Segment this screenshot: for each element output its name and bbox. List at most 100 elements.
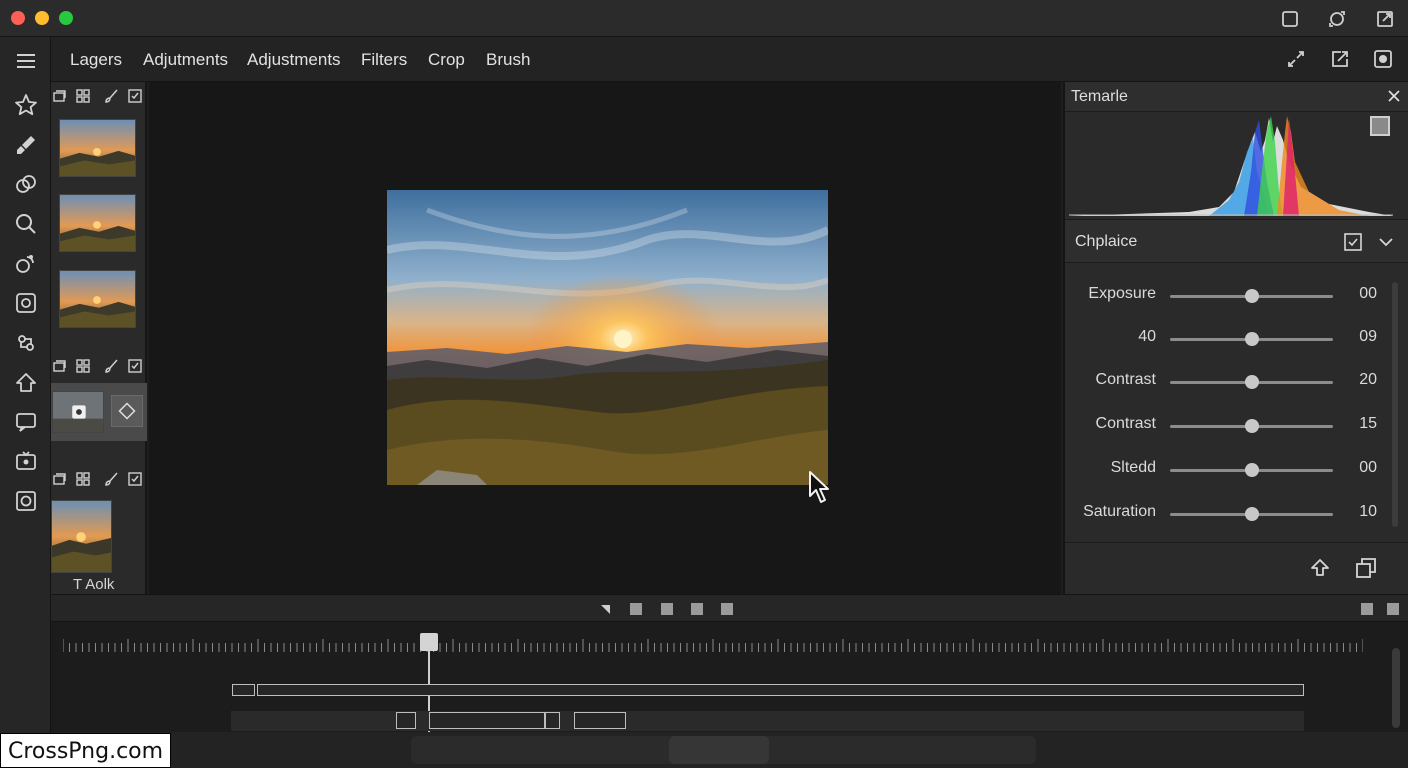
adjustment-row: Sltedd 00 (1065, 454, 1395, 484)
adjustments-panel: Temarle Chplaice Exposure 00 40 09 Contrast 2… (1063, 82, 1408, 594)
marker-icon[interactable] (599, 603, 611, 615)
layer-thumbnail[interactable] (59, 119, 136, 177)
media-icon[interactable] (13, 448, 39, 474)
panel-scrollbar[interactable] (1392, 282, 1398, 527)
minimize-window-button[interactable] (35, 11, 49, 25)
menu-filters[interactable]: Filters (361, 50, 407, 70)
grid-icon[interactable] (75, 471, 91, 487)
grid-icon[interactable] (75, 358, 91, 374)
timeline-clip[interactable] (232, 684, 255, 696)
bottom-bar (51, 732, 1408, 768)
upload-icon[interactable] (1308, 556, 1332, 580)
adjustment-value: 00 (1359, 285, 1377, 302)
brush-small-icon[interactable] (103, 88, 119, 104)
close-icon[interactable] (1386, 88, 1402, 104)
heal-icon[interactable] (13, 172, 39, 198)
active-layer-row[interactable] (51, 383, 147, 441)
zoom-icon[interactable] (13, 211, 39, 237)
adjustment-label: Saturation (1083, 503, 1156, 520)
shape-icon[interactable] (13, 370, 39, 396)
horizontal-scrollbar[interactable] (411, 736, 1036, 764)
timeline-scrollbar[interactable] (1392, 648, 1400, 728)
adjustment-label: 40 (1138, 328, 1156, 345)
capture-icon[interactable] (13, 488, 39, 514)
scrollbar-thumb[interactable] (669, 736, 769, 764)
layer-thumbnail[interactable] (51, 500, 112, 573)
adjustment-value: 00 (1359, 459, 1377, 476)
check-icon[interactable] (127, 358, 143, 374)
maximize-window-button[interactable] (59, 11, 73, 25)
layer-name-label: T Aolk (73, 576, 115, 593)
canvas-image[interactable] (387, 190, 828, 485)
section-header[interactable]: Chplaice (1065, 219, 1408, 263)
grid-icon[interactable] (75, 88, 91, 104)
star-icon[interactable] (13, 92, 39, 118)
chevron-down-icon[interactable] (1377, 233, 1395, 251)
check-icon[interactable] (127, 88, 143, 104)
adjustment-value: 09 (1359, 328, 1377, 345)
timeline[interactable] (51, 622, 1408, 732)
export-icon[interactable] (1374, 8, 1396, 30)
menu-adjutments[interactable]: Adjutments (143, 50, 228, 70)
playhead-handle[interactable] (420, 633, 438, 651)
layer-group-toolbar (51, 83, 147, 109)
mask-diamond-icon[interactable] (111, 395, 143, 427)
camera-icon[interactable] (13, 290, 39, 316)
transform-icon[interactable] (13, 330, 39, 356)
layers-icon[interactable] (51, 471, 67, 487)
checkbox-icon[interactable] (1343, 232, 1363, 252)
comment-icon[interactable] (13, 409, 39, 435)
slider-knob[interactable] (1244, 332, 1259, 346)
timeline-button[interactable] (661, 603, 673, 615)
timeline-clip[interactable] (396, 712, 416, 729)
timeline-button[interactable] (691, 603, 703, 615)
slider-knob[interactable] (1244, 419, 1259, 433)
slider-knob[interactable] (1244, 289, 1259, 303)
adjustment-label: Sltedd (1110, 459, 1156, 476)
slider-knob[interactable] (1244, 375, 1259, 389)
expand-icon[interactable] (1285, 48, 1307, 70)
timeline-button[interactable] (630, 603, 642, 615)
timeline-button[interactable] (1387, 603, 1399, 615)
layer-thumbnail[interactable] (59, 194, 136, 252)
histogram (1069, 112, 1393, 216)
window-icon[interactable] (1279, 8, 1301, 30)
layer-group-toolbar (51, 466, 147, 492)
sync-icon[interactable] (1326, 8, 1348, 30)
timeline-button[interactable] (721, 603, 733, 615)
slider-knob[interactable] (1244, 507, 1259, 521)
brush-small-icon[interactable] (103, 358, 119, 374)
timeline-button[interactable] (1361, 603, 1373, 615)
close-window-button[interactable] (11, 11, 25, 25)
menu-layers[interactable]: Lagers (70, 50, 122, 70)
timeline-clip[interactable] (574, 712, 626, 729)
layers-icon[interactable] (51, 358, 67, 374)
layer-thumbnail[interactable] (59, 270, 136, 328)
timeline-toolbar (51, 594, 1408, 622)
layers-panel: T Aolk (51, 82, 147, 594)
histogram-color-swatch[interactable] (1370, 116, 1390, 136)
menu-adjustments[interactable]: Adjustments (247, 50, 341, 70)
menu-crop[interactable]: Crop (428, 50, 465, 70)
panel-title: Temarle (1071, 88, 1128, 105)
slider-knob[interactable] (1244, 463, 1259, 477)
settings-icon[interactable] (1372, 48, 1394, 70)
timeline-clip[interactable] (257, 684, 1304, 696)
duplicate-icon[interactable] (1354, 556, 1378, 580)
clone-icon[interactable] (13, 251, 39, 277)
brush-small-icon[interactable] (103, 471, 119, 487)
timeline-ruler[interactable] (63, 638, 1363, 652)
layers-icon[interactable] (51, 88, 67, 104)
menu-brush[interactable]: Brush (486, 50, 530, 70)
share-icon[interactable] (1329, 48, 1351, 70)
menu-icon[interactable] (13, 48, 39, 74)
timeline-clip[interactable] (429, 712, 545, 729)
panel-footer (1065, 542, 1408, 592)
layer-group-toolbar (51, 353, 147, 379)
adjustment-value: 10 (1359, 503, 1377, 520)
check-icon[interactable] (127, 471, 143, 487)
layer-thumbnail[interactable] (52, 391, 104, 433)
timeline-clip[interactable] (545, 712, 560, 729)
brush-icon[interactable] (13, 132, 39, 158)
canvas-area[interactable] (149, 82, 1061, 594)
